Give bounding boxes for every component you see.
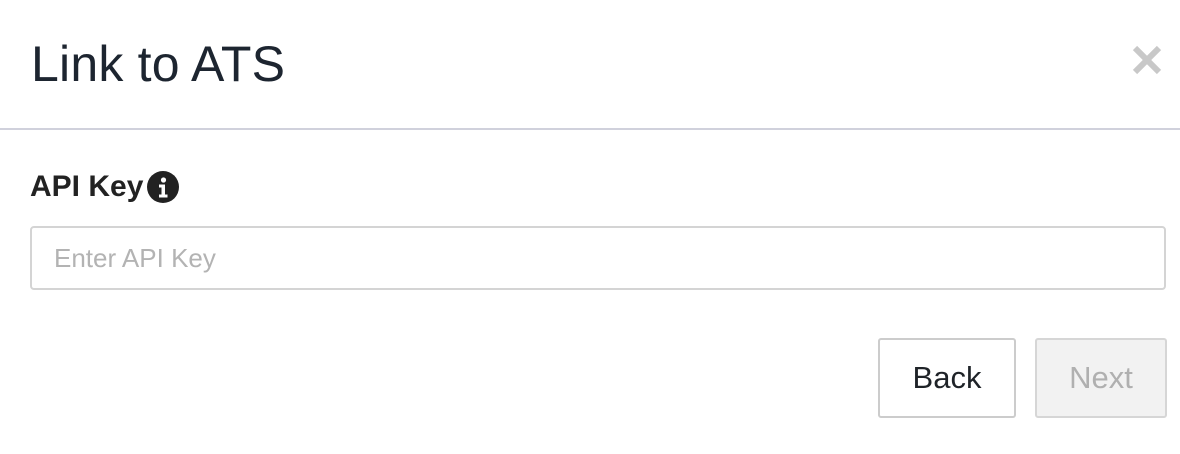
close-icon bbox=[1131, 44, 1163, 76]
modal-body: API Key Back Next bbox=[0, 132, 1180, 454]
back-button[interactable]: Back bbox=[878, 338, 1016, 418]
modal-title: Link to ATS bbox=[31, 36, 286, 92]
next-button[interactable]: Next bbox=[1035, 338, 1167, 418]
modal-header: Link to ATS bbox=[0, 0, 1180, 130]
info-icon[interactable] bbox=[147, 171, 180, 203]
api-key-label: API Key bbox=[30, 170, 144, 203]
api-key-label-row: API Key bbox=[30, 170, 180, 204]
link-to-ats-modal: Link to ATS API Key Back Next bbox=[0, 0, 1180, 454]
close-button[interactable] bbox=[1127, 38, 1167, 82]
api-key-input[interactable] bbox=[30, 226, 1166, 290]
